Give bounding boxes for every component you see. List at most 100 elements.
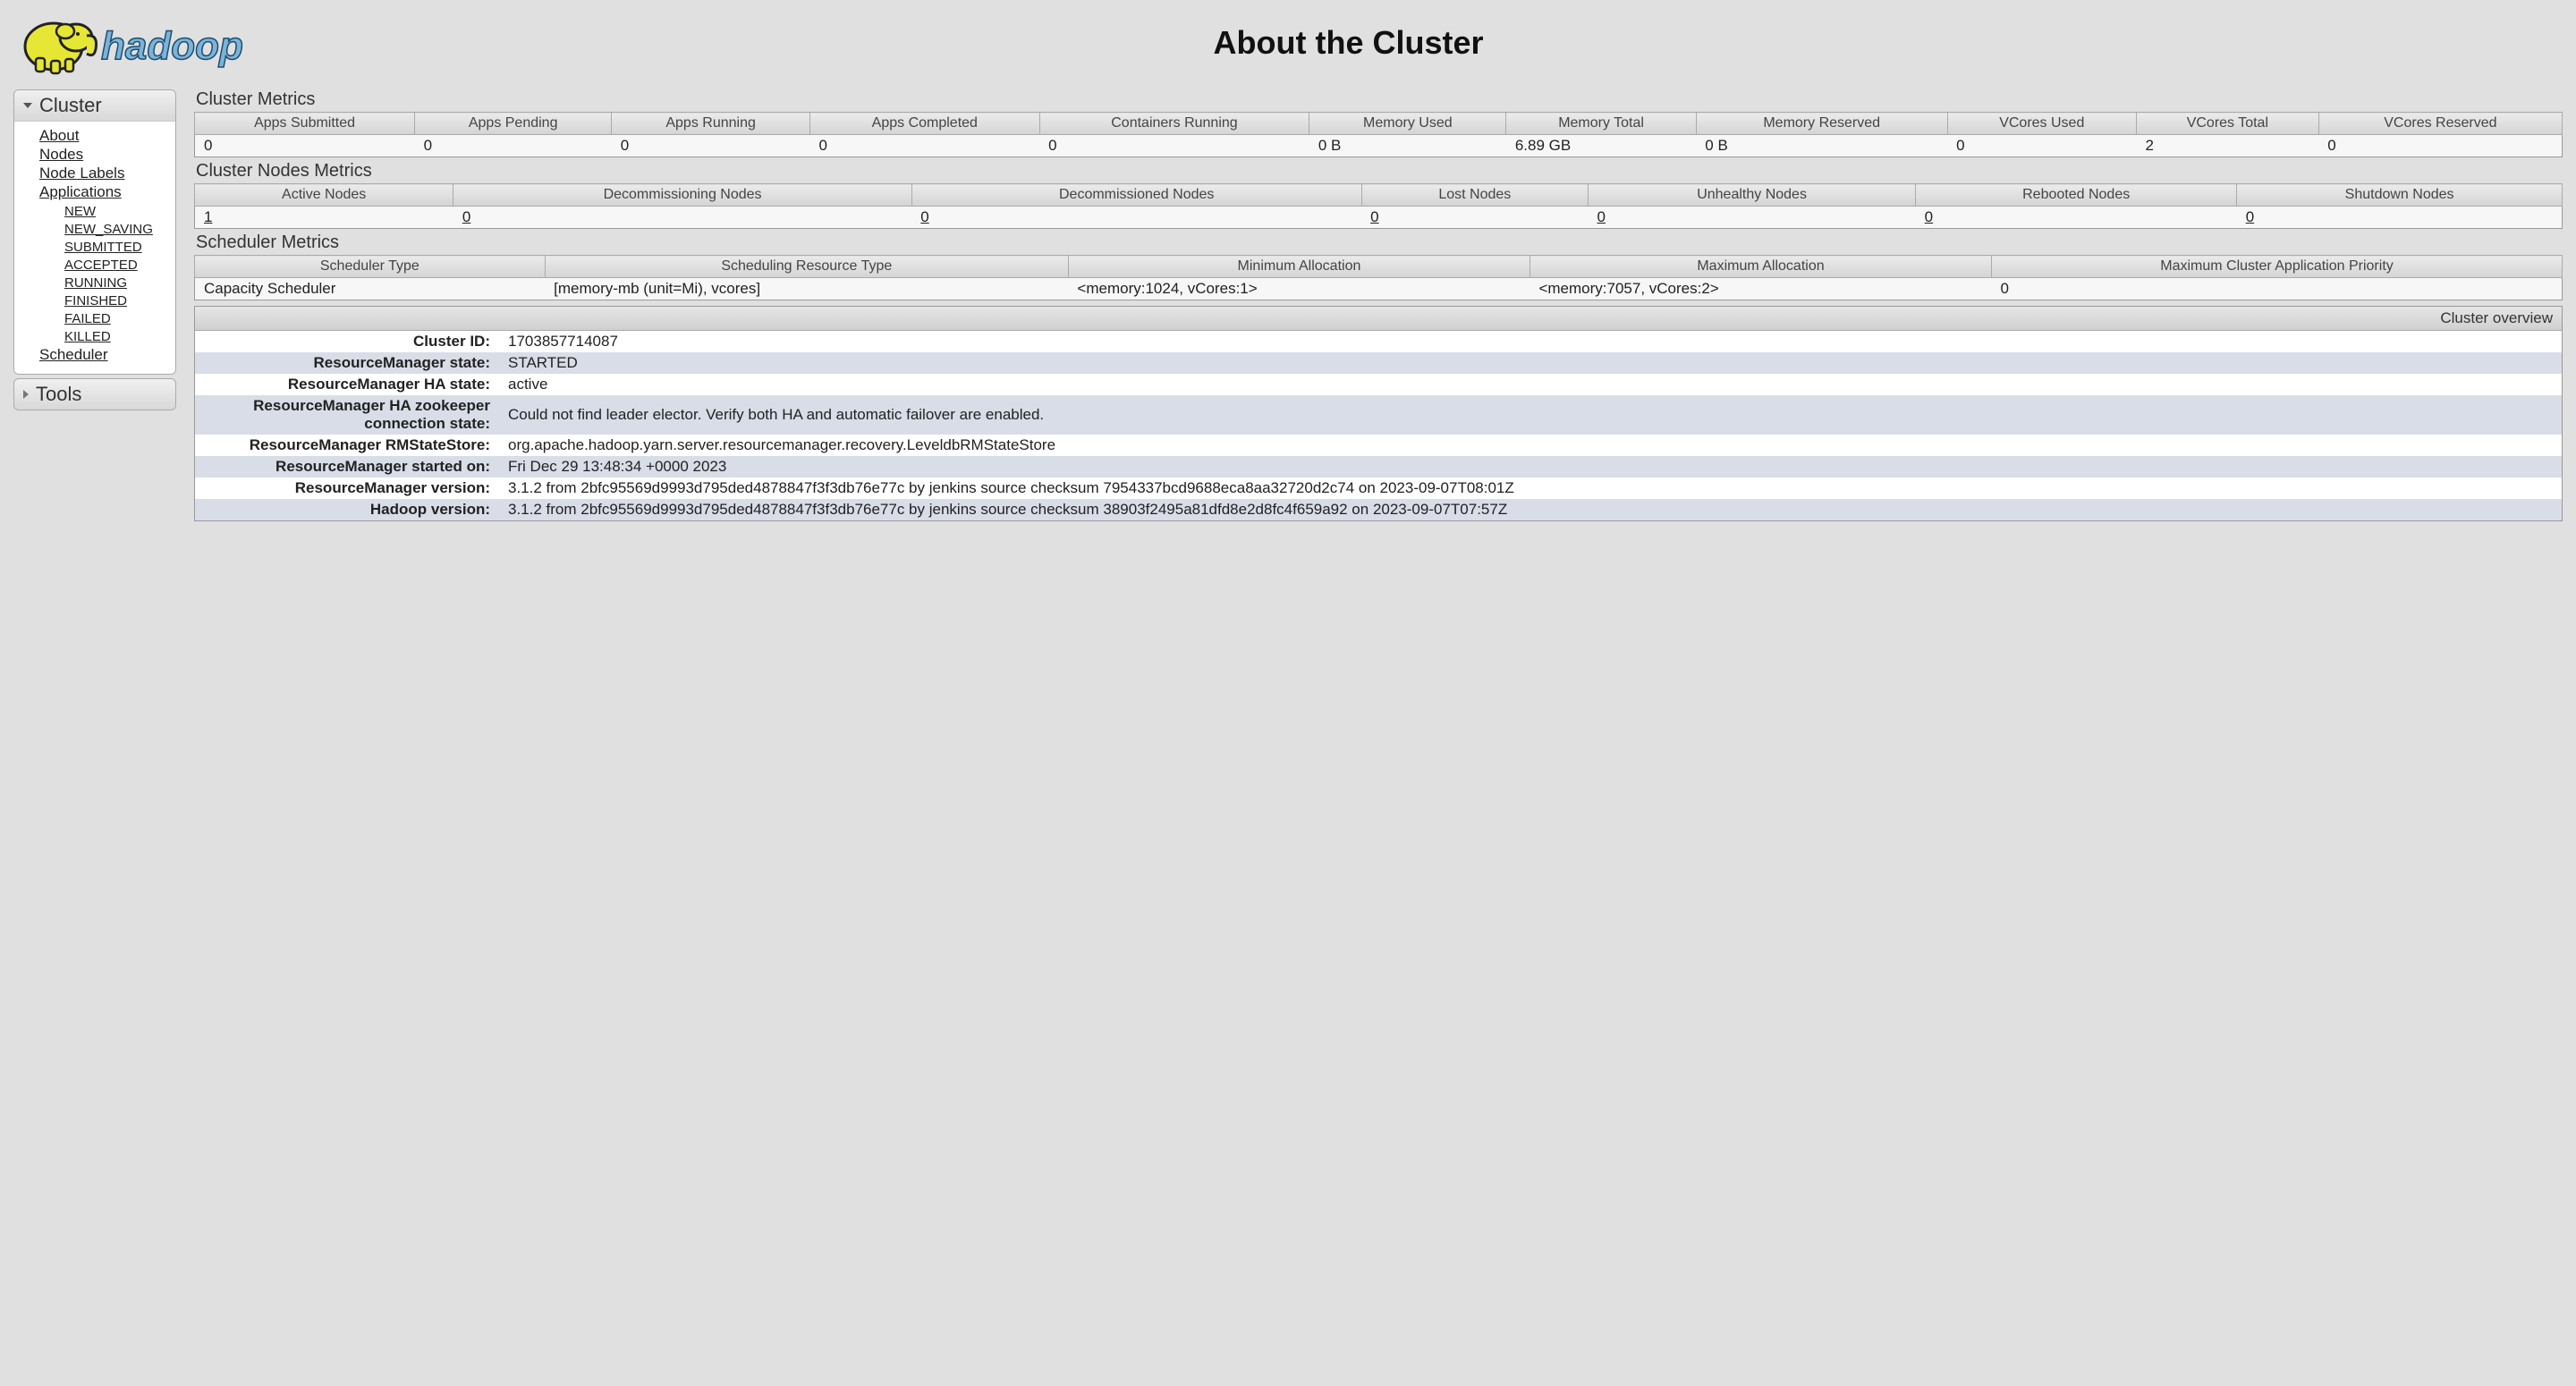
sidebar-header-label: Tools	[36, 383, 81, 406]
table-cell: 0	[2318, 135, 2562, 157]
nav-app-state-failed[interactable]: FAILED	[64, 311, 111, 326]
overview-key: Cluster ID:	[195, 331, 499, 352]
nav-app-state-accepted[interactable]: ACCEPTED	[64, 258, 138, 273]
nodes-metrics-table: Active NodesDecommissioning NodesDecommi…	[194, 183, 2563, 229]
table-header: Memory Reserved	[1696, 113, 1947, 135]
overview-key: ResourceManager started on:	[195, 456, 499, 477]
table-header: Rebooted Nodes	[1916, 184, 2237, 207]
table-cell: Capacity Scheduler	[195, 278, 546, 300]
table-header: Apps Running	[612, 113, 810, 135]
sidebar-body-cluster: About Nodes Node Labels Applications NEW…	[14, 122, 175, 374]
table-header: Active Nodes	[195, 184, 453, 207]
table-cell: 0	[911, 207, 1361, 229]
nav-node-labels[interactable]: Node Labels	[39, 165, 124, 182]
overview-value: 3.1.2 from 2bfc95569d9993d795ded4878847f…	[499, 477, 2562, 499]
table-header: VCores Total	[2136, 113, 2318, 135]
table-cell: 0	[195, 135, 415, 157]
main-content: Cluster Metrics Apps SubmittedApps Pendi…	[194, 89, 2563, 521]
table-cell: 0	[1361, 207, 1588, 229]
table-header: Apps Completed	[810, 113, 1040, 135]
table-cell: 0	[1992, 278, 2563, 300]
page-title: About the Cluster	[295, 24, 2563, 62]
overview-key: Hadoop version:	[195, 499, 499, 520]
overview-key: ResourceManager HA state:	[195, 374, 499, 395]
sidebar-section-cluster: Cluster About Nodes Node Labels Applicat…	[13, 89, 176, 375]
nav-app-state-submitted[interactable]: SUBMITTED	[64, 240, 142, 255]
table-cell: 2	[2136, 135, 2318, 157]
overview-row: ResourceManager state:STARTED	[195, 352, 2562, 374]
overview-row: Hadoop version:3.1.2 from 2bfc95569d9993…	[195, 499, 2562, 520]
table-cell: 0	[2237, 207, 2563, 229]
nav-applications[interactable]: Applications	[39, 183, 122, 200]
table-header: Scheduler Type	[195, 256, 546, 278]
page-header: hadoop About the Cluster	[13, 9, 2563, 76]
nodes-count-link[interactable]: 0	[1370, 208, 1378, 225]
section-title-scheduler-metrics: Scheduler Metrics	[196, 232, 2563, 253]
table-header: Apps Submitted	[195, 113, 415, 135]
nodes-count-link[interactable]: 0	[462, 208, 470, 225]
table-header: VCores Reserved	[2318, 113, 2562, 135]
table-cell: <memory:1024, vCores:1>	[1068, 278, 1530, 300]
nodes-count-link[interactable]: 0	[1925, 208, 1933, 225]
table-header: Memory Total	[1506, 113, 1696, 135]
overview-key: ResourceManager RMStateStore:	[195, 435, 499, 456]
sidebar-header-cluster[interactable]: Cluster	[14, 90, 175, 122]
overview-row: ResourceManager version:3.1.2 from 2bfc9…	[195, 477, 2562, 499]
table-header: Lost Nodes	[1361, 184, 1588, 207]
table-header: Unhealthy Nodes	[1589, 184, 1916, 207]
overview-table: Cluster ID:1703857714087ResourceManager …	[195, 331, 2562, 520]
table-cell: 0	[1916, 207, 2237, 229]
nav-app-state-running[interactable]: RUNNING	[64, 275, 127, 291]
table-cell: 0	[1039, 135, 1309, 157]
section-title-cluster-metrics: Cluster Metrics	[196, 89, 2563, 110]
nav-app-state-new_saving[interactable]: NEW_SAVING	[64, 222, 153, 237]
nav-app-state-killed[interactable]: KILLED	[64, 329, 111, 344]
nav-app-state-new[interactable]: NEW	[64, 204, 96, 219]
table-cell: 0	[612, 135, 810, 157]
nodes-count-link[interactable]: 0	[920, 208, 928, 225]
table-cell: <memory:7057, vCores:2>	[1530, 278, 1991, 300]
table-header: VCores Used	[1947, 113, 2136, 135]
table-header: Decommissioning Nodes	[453, 184, 911, 207]
table-header: Scheduling Resource Type	[545, 256, 1068, 278]
nav-about[interactable]: About	[39, 127, 79, 144]
overview-value: Could not find leader elector. Verify bo…	[499, 395, 2562, 435]
table-cell: 1	[195, 207, 453, 229]
sidebar-section-tools: Tools	[13, 378, 176, 410]
table-header: Minimum Allocation	[1068, 256, 1530, 278]
table-cell: 0	[453, 207, 911, 229]
table-header: Shutdown Nodes	[2237, 184, 2563, 207]
overview-value: Fri Dec 29 13:48:34 +0000 2023	[499, 456, 2562, 477]
table-cell: 0 B	[1696, 135, 1947, 157]
nav-nodes[interactable]: Nodes	[39, 146, 83, 163]
overview-key: ResourceManager state:	[195, 352, 499, 374]
nodes-count-link[interactable]: 1	[204, 208, 212, 225]
overview-row: Cluster ID:1703857714087	[195, 331, 2562, 352]
svg-text:hadoop: hadoop	[101, 24, 243, 68]
overview-value: active	[499, 374, 2562, 395]
overview-value: STARTED	[499, 352, 2562, 374]
section-title-nodes-metrics: Cluster Nodes Metrics	[196, 161, 2563, 182]
table-header: Maximum Allocation	[1530, 256, 1991, 278]
table-cell: [memory-mb (unit=Mi), vcores]	[545, 278, 1068, 300]
cluster-overview-box: Cluster overview Cluster ID:170385771408…	[194, 306, 2563, 521]
table-cell: 0	[1589, 207, 1916, 229]
overview-value: 1703857714087	[499, 331, 2562, 352]
scheduler-metrics-table: Scheduler TypeScheduling Resource TypeMi…	[194, 255, 2563, 300]
chevron-down-icon	[23, 103, 32, 108]
chevron-right-icon	[23, 390, 29, 399]
table-cell: 0	[810, 135, 1040, 157]
table-cell: 0	[1947, 135, 2136, 157]
sidebar-header-tools[interactable]: Tools	[14, 379, 175, 410]
overview-row: ResourceManager HA state:active	[195, 374, 2562, 395]
hadoop-logo[interactable]: hadoop	[13, 9, 295, 76]
overview-value: 3.1.2 from 2bfc95569d9993d795ded4878847f…	[499, 499, 2562, 520]
nav-app-state-finished[interactable]: FINISHED	[64, 293, 127, 308]
table-header: Memory Used	[1309, 113, 1506, 135]
nav-scheduler[interactable]: Scheduler	[39, 346, 108, 363]
overview-key: ResourceManager version:	[195, 477, 499, 499]
nodes-count-link[interactable]: 0	[1597, 208, 1606, 225]
sidebar-header-label: Cluster	[39, 94, 102, 117]
nodes-count-link[interactable]: 0	[2246, 208, 2254, 225]
overview-value: org.apache.hadoop.yarn.server.resourcema…	[499, 435, 2562, 456]
